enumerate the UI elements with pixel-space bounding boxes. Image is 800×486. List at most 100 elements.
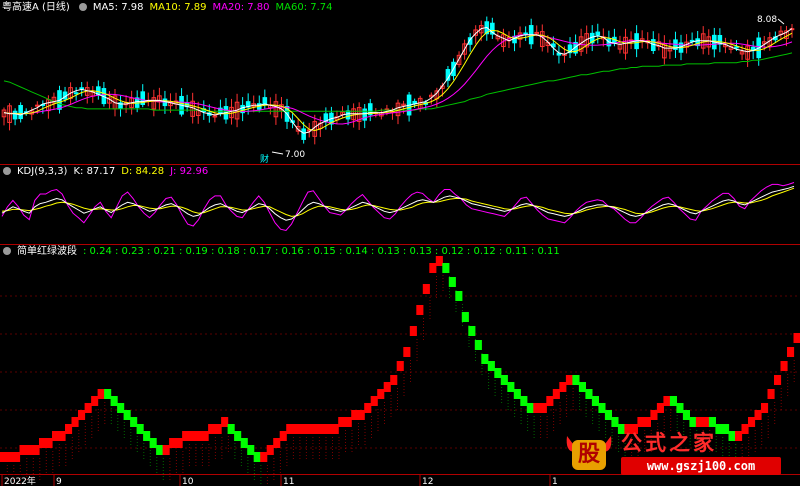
wave-bar	[188, 431, 196, 441]
x-axis-label-4: 12	[422, 477, 433, 486]
wave-bar	[604, 410, 612, 420]
wave-bar	[91, 396, 99, 406]
wave-bar	[52, 431, 60, 441]
wave-bar	[546, 396, 554, 406]
wave-bar	[591, 396, 599, 406]
kdj-j-label: J: 92.96	[170, 166, 209, 177]
candle-body	[18, 105, 23, 120]
candles-group	[1, 16, 795, 145]
wave-bar	[305, 424, 313, 434]
kdj-d-line	[1, 187, 795, 217]
wave-bar	[468, 326, 476, 336]
wave-bar	[273, 438, 281, 448]
wave-bar	[390, 375, 398, 385]
wave-bar	[214, 424, 222, 434]
wave-bar	[695, 417, 703, 427]
wave-bar	[195, 431, 203, 441]
wave-bar	[26, 445, 34, 455]
wave-bar	[19, 445, 27, 455]
wave-bar	[58, 431, 66, 441]
candle-body	[73, 92, 79, 95]
wave-bar	[201, 431, 209, 441]
wave-bar	[578, 382, 586, 392]
chart-canvas[interactable]: 8.08 7.00 财 2022年 9 10 11 12 1	[0, 0, 800, 486]
watermark-url: www.gszj100.com	[621, 457, 781, 475]
wave-panel-header: 简单红绿波段 : 0.24 : 0.23 : 0.21 : 0.19 : 0.18…	[0, 245, 566, 259]
wave-bar	[136, 424, 144, 434]
wave-settings-gear-icon[interactable]	[3, 247, 11, 255]
wave-bar	[572, 375, 580, 385]
x-axis-label-3: 11	[283, 477, 294, 486]
candle-body	[262, 97, 268, 105]
wave-bar	[429, 263, 437, 273]
wave-bar	[286, 424, 294, 434]
wave-bar	[526, 403, 534, 413]
wave-bar	[748, 417, 756, 427]
wave-bar	[409, 326, 417, 336]
wave-bar	[234, 431, 242, 441]
wave-bar	[598, 403, 606, 413]
wave-bar	[351, 410, 359, 420]
wave-bar	[123, 410, 131, 420]
wave-bar	[221, 417, 229, 427]
wave-bar	[442, 263, 450, 273]
wave-bar	[637, 417, 645, 427]
wave-name-label: 简单红绿波段	[17, 246, 77, 257]
wave-bar	[260, 452, 268, 462]
wave-bar	[500, 375, 508, 385]
wave-bar	[6, 452, 14, 462]
wave-bar	[474, 340, 482, 350]
financial-report-marker-icon: 财	[260, 153, 269, 165]
stock-name-label: 粤高速A (日线)	[2, 2, 70, 13]
wave-bar	[663, 396, 671, 406]
candle-body	[12, 110, 18, 120]
wave-bar	[78, 410, 86, 420]
wave-bar	[45, 438, 53, 448]
wave-bar	[780, 361, 788, 371]
wave-bar	[65, 424, 73, 434]
candle-body	[79, 87, 84, 90]
candle-body	[595, 31, 601, 36]
ma60-label: MA60: 7.74	[275, 2, 333, 13]
wave-values-label: : 0.24 : 0.23 : 0.21 : 0.19 : 0.18 : 0.1…	[83, 246, 560, 257]
wave-bar	[312, 424, 320, 434]
wave-bar	[331, 424, 339, 434]
ma20-label: MA20: 7.80	[212, 2, 270, 13]
low-price-pointer	[271, 151, 284, 155]
wave-bar	[71, 417, 79, 427]
x-axis-label-2: 10	[182, 477, 194, 486]
wave-bar	[169, 438, 177, 448]
wave-bar	[253, 452, 261, 462]
low-price-label: 7.00	[285, 150, 305, 160]
kdj-k-label: K: 87.17	[73, 166, 116, 177]
wave-bar	[396, 361, 404, 371]
wave-bar	[143, 431, 151, 441]
wave-bar	[669, 396, 677, 406]
wave-bar	[448, 277, 456, 287]
wave-bar	[682, 410, 690, 420]
x-axis-label-1: 9	[56, 477, 62, 486]
wave-bar	[774, 375, 782, 385]
wave-bar	[787, 347, 795, 357]
wave-bar	[325, 424, 333, 434]
wave-bar	[403, 347, 411, 357]
kdj-settings-gear-icon[interactable]	[3, 167, 11, 175]
wave-bar	[487, 361, 495, 371]
wave-bar	[377, 389, 385, 399]
wave-bar	[370, 396, 378, 406]
wave-bar	[279, 431, 287, 441]
wave-bar	[344, 417, 352, 427]
high-price-pointer	[777, 18, 785, 25]
wave-bar	[117, 403, 125, 413]
ma5-label: MA5: 7.98	[92, 2, 144, 13]
wave-bar	[507, 382, 515, 392]
ma10-label: MA10: 7.89	[149, 2, 207, 13]
wave-bar	[761, 403, 769, 413]
wave-bar	[130, 417, 138, 427]
wave-bar	[585, 389, 593, 399]
wave-bar	[208, 424, 216, 434]
settings-gear-icon[interactable]	[78, 3, 87, 11]
wave-bar	[494, 368, 502, 378]
wave-bar	[643, 417, 651, 427]
wave-bar	[318, 424, 326, 434]
